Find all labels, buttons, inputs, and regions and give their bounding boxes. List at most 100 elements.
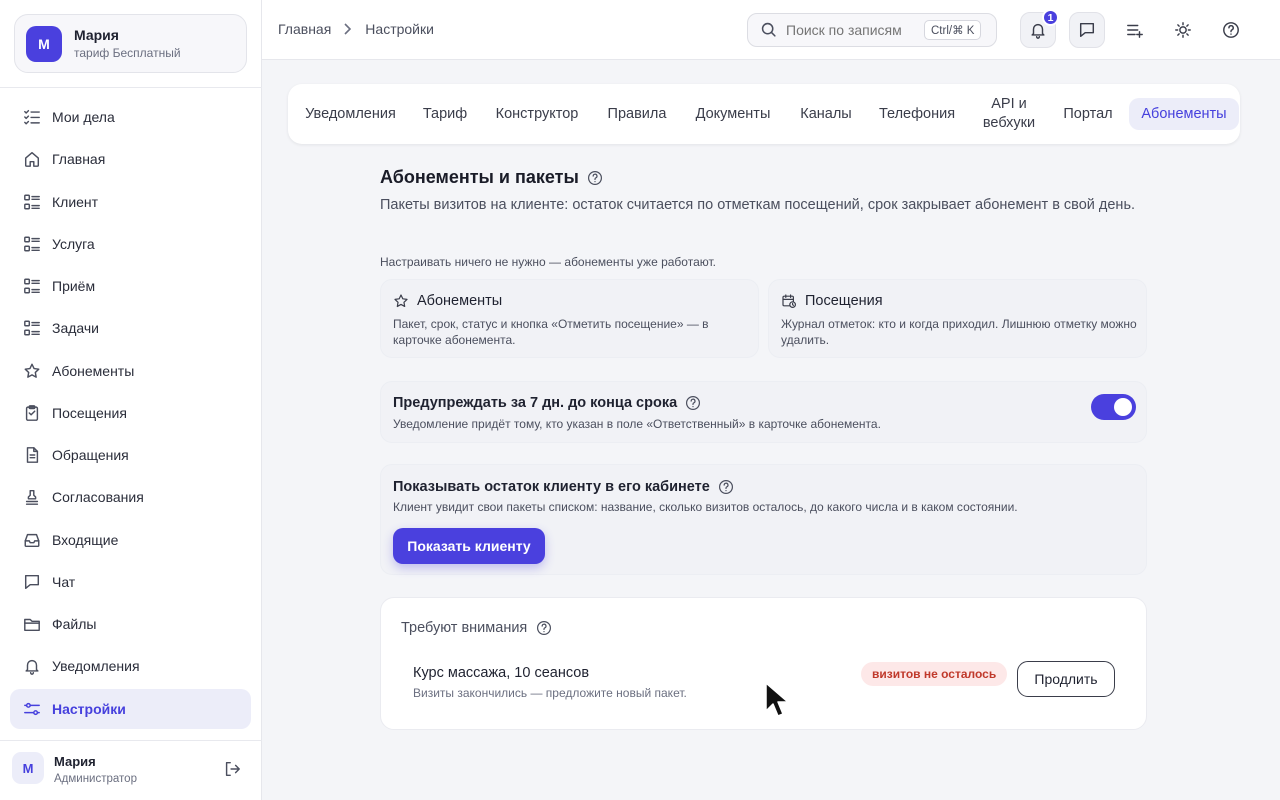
document-icon — [22, 445, 42, 465]
tab-documents[interactable]: Документы — [683, 98, 783, 130]
search-icon — [760, 21, 778, 39]
home-icon — [22, 149, 42, 169]
tab-plan[interactable]: Тариф — [413, 98, 477, 130]
sidebar-item-label: Задачи — [52, 320, 100, 337]
subscription-name[interactable]: Курс массажа, 10 сеансов — [413, 665, 589, 681]
top-bar: Главная Настройки Ctrl/⌘ K 1 — [262, 0, 1280, 60]
tab-portal[interactable]: Портал — [1053, 98, 1123, 130]
account-switcher[interactable]: М Мария тариф Бесплатный — [14, 14, 247, 73]
setting-description: Уведомление придёт тому, кто указан в по… — [393, 417, 881, 431]
account-avatar: М — [26, 26, 62, 62]
renew-button[interactable]: Продлить — [1017, 661, 1115, 697]
sidebar-item-label: Приём — [52, 278, 96, 294]
sidebar-item-inbox[interactable]: Входящие — [10, 520, 251, 560]
breadcrumb-home[interactable]: Главная — [278, 21, 331, 37]
sliders-icon — [22, 699, 42, 719]
sidebar-item-home[interactable]: Главная — [10, 139, 251, 179]
tab-notifications[interactable]: Уведомления — [294, 98, 407, 130]
help-icon[interactable] — [587, 170, 603, 186]
sidebar-item-label: Клиент — [52, 193, 99, 210]
help-icon — [1222, 21, 1240, 39]
sidebar-nav: Мои дела Главная Клиент Услуга Приём Зад… — [10, 97, 251, 731]
tab-api-webhooks[interactable]: API и вебхуки — [971, 94, 1047, 134]
sidebar-item-label: Мои дела — [52, 109, 115, 125]
sidebar-item-label: Посещения — [52, 404, 127, 421]
notifications-button[interactable]: 1 — [1020, 9, 1059, 48]
setting-title: Показывать остаток клиенту в его кабинет… — [393, 479, 734, 495]
list-add-icon — [1126, 21, 1144, 39]
sidebar-item-appointment[interactable]: Приём — [10, 266, 251, 306]
sidebar-item-requests[interactable]: Обращения — [10, 435, 251, 475]
help-icon[interactable] — [718, 479, 734, 495]
tab-subscriptions[interactable]: Абонементы — [1129, 98, 1239, 130]
feature-title: Посещения — [781, 293, 883, 309]
sidebar-item-label: Обращения — [52, 447, 129, 463]
star-icon — [393, 293, 417, 309]
search-input[interactable] — [786, 22, 916, 38]
attention-title: Требуют внимания — [401, 620, 552, 636]
sidebar-item-client[interactable]: Клиент — [10, 182, 251, 222]
show-to-client-button[interactable]: Показать клиенту — [393, 528, 545, 564]
chat-icon — [22, 572, 42, 592]
help-button[interactable] — [1213, 12, 1249, 48]
add-list-button[interactable] — [1117, 12, 1153, 48]
client-visibility-card: Показывать остаток клиенту в его кабинет… — [380, 464, 1147, 575]
help-icon[interactable] — [536, 620, 552, 636]
setting-description: Клиент увидит свои пакеты списком: назва… — [393, 500, 1018, 514]
section-note: Настраивать ничего не нужно — абонементы… — [380, 255, 716, 269]
checklist-icon — [22, 107, 42, 127]
stamp-icon — [22, 487, 42, 507]
list-icon — [22, 234, 42, 254]
star-icon — [22, 361, 42, 381]
tab-constructor[interactable]: Конструктор — [483, 98, 591, 130]
sidebar-item-label: Главная — [52, 151, 106, 168]
logout-icon[interactable] — [223, 760, 243, 780]
sidebar-item-label: Уведомления — [52, 658, 140, 675]
search-box[interactable]: Ctrl/⌘ K — [747, 13, 997, 47]
tab-channels[interactable]: Каналы — [789, 98, 863, 130]
feature-description: Пакет, срок, статус и кнопка «Отметить п… — [393, 317, 709, 347]
chat-button[interactable] — [1069, 12, 1105, 48]
sidebar-item-notifications[interactable]: Уведомления — [10, 646, 251, 686]
list-icon — [22, 318, 42, 338]
sidebar-item-subscriptions[interactable]: Абонементы — [10, 351, 251, 391]
tab-rules[interactable]: Правила — [597, 98, 677, 130]
account-plan: тариф Бесплатный — [74, 46, 181, 60]
sidebar-item-label: Услуга — [52, 235, 95, 252]
sidebar-item-settings[interactable]: Настройки — [10, 688, 251, 729]
sidebar-item-files[interactable]: Файлы — [10, 604, 251, 644]
sidebar-item-chat[interactable]: Чат — [10, 562, 251, 602]
sun-icon — [1174, 21, 1192, 39]
clipboard-icon — [22, 403, 42, 423]
help-icon[interactable] — [685, 395, 701, 411]
warn-setting-card: Предупреждать за 7 дн. до конца срока Ув… — [380, 381, 1147, 443]
sidebar-item-tasks[interactable]: Задачи — [10, 308, 251, 348]
attention-title-text: Требуют внимания — [401, 620, 528, 636]
sidebar-item-service[interactable]: Услуга — [10, 224, 251, 264]
inbox-icon — [22, 530, 42, 550]
toggle-knob — [1114, 398, 1132, 416]
sidebar-divider — [0, 87, 262, 88]
theme-toggle-button[interactable] — [1165, 12, 1201, 48]
bell-icon — [22, 656, 42, 676]
warn-toggle[interactable] — [1091, 394, 1136, 420]
sidebar-item-visits[interactable]: Посещения — [10, 393, 251, 433]
user-profile[interactable]: М Мария Администратор — [0, 740, 262, 800]
chevron-right-icon — [343, 22, 353, 36]
sidebar-item-approvals[interactable]: Согласования — [10, 477, 251, 517]
notification-badge: 1 — [1042, 9, 1059, 26]
sidebar-item-label: Входящие — [52, 531, 119, 548]
tab-telephony[interactable]: Телефония — [869, 98, 965, 130]
chat-icon — [1078, 21, 1096, 39]
feature-title-text: Абонементы — [417, 293, 503, 309]
status-badge: визитов не осталось — [861, 662, 1008, 686]
settings-tabs: Уведомления Тариф Конструктор Правила До… — [288, 84, 1240, 144]
account-name: Мария — [74, 27, 119, 43]
sidebar-item-my-tasks[interactable]: Мои дела — [10, 97, 251, 137]
breadcrumb: Главная Настройки — [278, 21, 434, 37]
list-icon — [22, 192, 42, 212]
setting-title-text: Показывать остаток клиенту в его кабинет… — [393, 479, 710, 495]
setting-title-text: Предупреждать за 7 дн. до конца срока — [393, 395, 678, 411]
section-description: Пакеты визитов на клиенте: остаток счита… — [380, 197, 1136, 213]
avatar: М — [12, 752, 44, 784]
